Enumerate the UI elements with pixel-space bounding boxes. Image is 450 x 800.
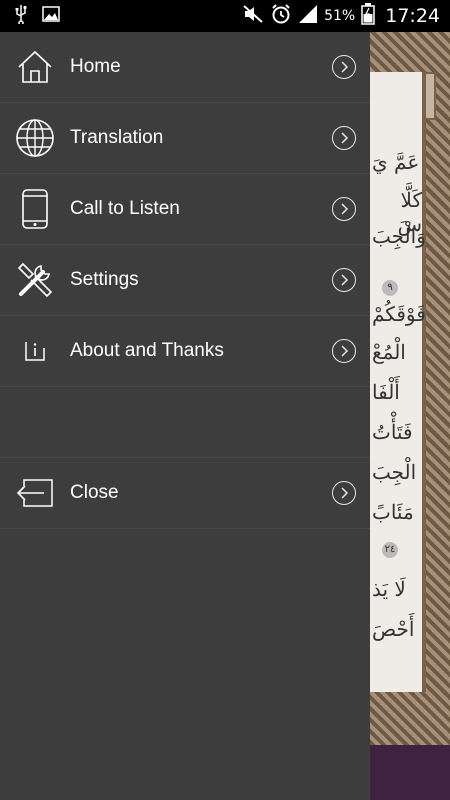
verse-line: لَا يَذ <box>372 577 406 601</box>
menu-item-label: Close <box>70 482 119 503</box>
menu-item-home[interactable]: Home <box>0 32 370 103</box>
menu-item-label: About and Thanks <box>70 340 224 361</box>
menu-item-settings[interactable]: Settings <box>0 245 370 316</box>
chevron-right-icon <box>332 126 356 150</box>
verse-line: أَحْصَ <box>372 617 415 641</box>
info-icon <box>15 331 55 371</box>
battery-percent: 51% <box>324 8 356 24</box>
ayah-marker: ٢٤ <box>382 542 398 558</box>
quran-page-background: عَمَّ يَ كَلَّا سَ وَالْجِبَ ٩ فَوْقَكُم… <box>370 32 450 745</box>
menu-item-label: Call to Listen <box>70 198 180 219</box>
usb-icon <box>14 4 28 29</box>
chevron-right-icon <box>332 339 356 363</box>
menu-item-label: Translation <box>70 127 164 148</box>
exit-icon <box>15 473 55 513</box>
menu-spacer <box>0 387 370 458</box>
menu-item-label: Home <box>70 56 121 77</box>
navigation-drawer: Home Translation Call to Listen Settings <box>0 32 370 800</box>
mute-icon <box>242 4 264 29</box>
page-text-area: عَمَّ يَ كَلَّا سَ وَالْجِبَ ٩ فَوْقَكُم… <box>370 72 426 692</box>
verse-line: الْجِبَ <box>372 460 417 484</box>
verse-line: مَئَابً <box>372 500 414 524</box>
chevron-right-icon <box>332 268 356 292</box>
verse-line: أَلْفَا <box>372 380 400 404</box>
menu-item-label: Settings <box>70 269 139 290</box>
home-icon <box>15 47 55 87</box>
bottom-bar <box>370 745 450 800</box>
battery-icon <box>361 2 375 30</box>
globe-icon <box>15 118 55 158</box>
verse-line: عَمَّ يَ <box>372 150 420 174</box>
menu-item-call-to-listen[interactable]: Call to Listen <box>0 174 370 245</box>
verse-line: وَالْجِبَ <box>372 224 426 248</box>
menu-item-translation[interactable]: Translation <box>0 103 370 174</box>
image-icon <box>42 5 60 27</box>
verse-line: فَتَأْتُ <box>372 420 413 444</box>
menu-item-about[interactable]: About and Thanks <box>0 316 370 387</box>
chevron-right-icon <box>332 55 356 79</box>
status-bar: 51% 17:24 <box>0 0 450 32</box>
verse-line: فَوْقَكُمْ <box>372 302 426 326</box>
clock: 17:24 <box>385 5 440 27</box>
settings-tools-icon <box>15 260 55 300</box>
verse-line: الْمُعْ <box>372 340 406 364</box>
chevron-right-icon <box>332 197 356 221</box>
menu-item-close[interactable]: Close <box>0 458 370 529</box>
phone-icon <box>15 189 55 229</box>
ayah-marker: ٩ <box>382 280 398 296</box>
alarm-icon <box>270 3 292 30</box>
signal-icon <box>298 4 318 29</box>
chevron-right-icon <box>332 481 356 505</box>
